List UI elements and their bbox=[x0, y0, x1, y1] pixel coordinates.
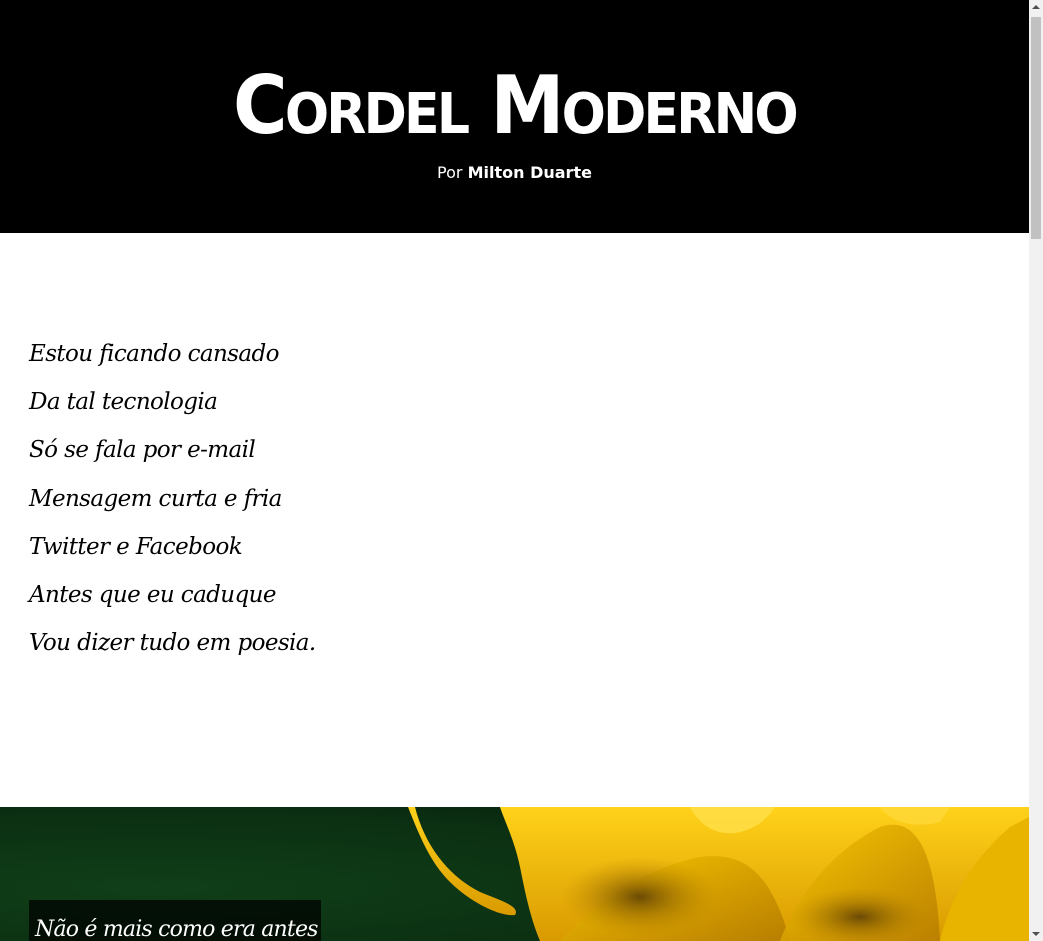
flower-caption: Não é mais como era antes bbox=[29, 900, 321, 941]
poem-line: Só se fala por e-mail bbox=[29, 437, 256, 464]
poem-stanza: Estou ficando cansado Da tal tecnologia … bbox=[29, 330, 316, 667]
site-header: Cordel Moderno Por Milton Duarte bbox=[0, 0, 1029, 233]
scrollbar-thumb[interactable] bbox=[1031, 17, 1041, 239]
author-name: Milton Duarte bbox=[467, 163, 592, 182]
poem-line: Twitter e Facebook bbox=[29, 533, 243, 560]
page: Cordel Moderno Por Milton Duarte Estou f… bbox=[0, 0, 1043, 941]
byline-prefix: Por bbox=[437, 163, 463, 182]
scroll-down-arrow-icon[interactable] bbox=[1029, 927, 1043, 941]
poem-line: Estou ficando cansado bbox=[29, 341, 279, 367]
vertical-scrollbar[interactable] bbox=[1029, 0, 1043, 941]
site-title: Cordel Moderno bbox=[233, 59, 799, 152]
scroll-up-arrow-icon[interactable] bbox=[1029, 0, 1043, 14]
page-content[interactable]: Cordel Moderno Por Milton Duarte Estou f… bbox=[0, 0, 1029, 941]
byline: Por Milton Duarte bbox=[0, 162, 1029, 184]
poem-line: Da tal tecnologia bbox=[29, 389, 218, 416]
poem-line: Mensagem curta e fria bbox=[29, 485, 282, 512]
poem-line: Vou dizer tudo em poesia. bbox=[29, 630, 316, 657]
poem-line: Antes que eu caduque bbox=[29, 582, 276, 609]
